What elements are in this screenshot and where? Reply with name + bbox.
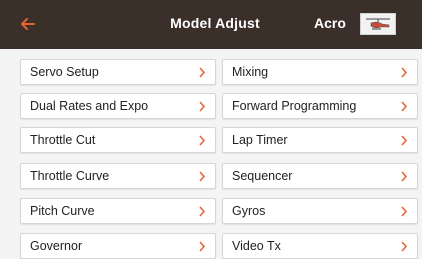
sequencer-button[interactable]: Sequencer xyxy=(222,163,418,189)
back-button[interactable] xyxy=(16,12,40,36)
servo-setup-button[interactable]: Servo Setup xyxy=(20,59,216,85)
chevron-right-icon xyxy=(401,206,408,217)
chevron-right-icon xyxy=(401,67,408,78)
chevron-right-icon xyxy=(401,135,408,146)
menu-item-label: Mixing xyxy=(232,65,269,79)
menu-item-label: Servo Setup xyxy=(30,65,99,79)
menu-item-label: Video Tx xyxy=(232,239,281,253)
chevron-right-icon xyxy=(199,101,206,112)
chevron-right-icon xyxy=(199,67,206,78)
chevron-right-icon xyxy=(199,206,206,217)
chevron-right-icon xyxy=(199,171,206,182)
video-tx-button[interactable]: Video Tx xyxy=(222,233,418,259)
menu-area: Servo Setup Dual Rates and Expo Throttle… xyxy=(0,49,422,259)
menu-item-label: Lap Timer xyxy=(232,133,288,147)
menu-item-label: Throttle Cut xyxy=(30,133,96,147)
header-bar: Model Adjust Acro xyxy=(0,0,422,49)
menu-item-label: Forward Programming xyxy=(232,99,357,113)
page-title: Model Adjust xyxy=(170,15,260,31)
gyros-button[interactable]: Gyros xyxy=(222,198,418,224)
helicopter-icon xyxy=(366,18,390,30)
chevron-right-icon xyxy=(199,241,206,252)
model-image-button[interactable] xyxy=(360,13,396,35)
forward-programming-button[interactable]: Forward Programming xyxy=(222,93,418,119)
throttle-curve-button[interactable]: Throttle Curve xyxy=(20,163,216,189)
pitch-curve-button[interactable]: Pitch Curve xyxy=(20,198,216,224)
mixing-button[interactable]: Mixing xyxy=(222,59,418,85)
flight-mode-label: Acro xyxy=(314,15,346,31)
chevron-right-icon xyxy=(401,101,408,112)
back-arrow-icon xyxy=(21,18,35,30)
menu-item-label: Pitch Curve xyxy=(30,204,95,218)
menu-item-label: Dual Rates and Expo xyxy=(30,99,149,113)
lap-timer-button[interactable]: Lap Timer xyxy=(222,127,418,153)
menu-item-label: Throttle Curve xyxy=(30,169,110,183)
governor-button[interactable]: Governor xyxy=(20,233,216,259)
chevron-right-icon xyxy=(199,135,206,146)
chevron-right-icon xyxy=(401,171,408,182)
throttle-cut-button[interactable]: Throttle Cut xyxy=(20,127,216,153)
chevron-right-icon xyxy=(401,241,408,252)
menu-item-label: Sequencer xyxy=(232,169,293,183)
dual-rates-expo-button[interactable]: Dual Rates and Expo xyxy=(20,93,216,119)
menu-item-label: Governor xyxy=(30,239,83,253)
menu-item-label: Gyros xyxy=(232,204,266,218)
